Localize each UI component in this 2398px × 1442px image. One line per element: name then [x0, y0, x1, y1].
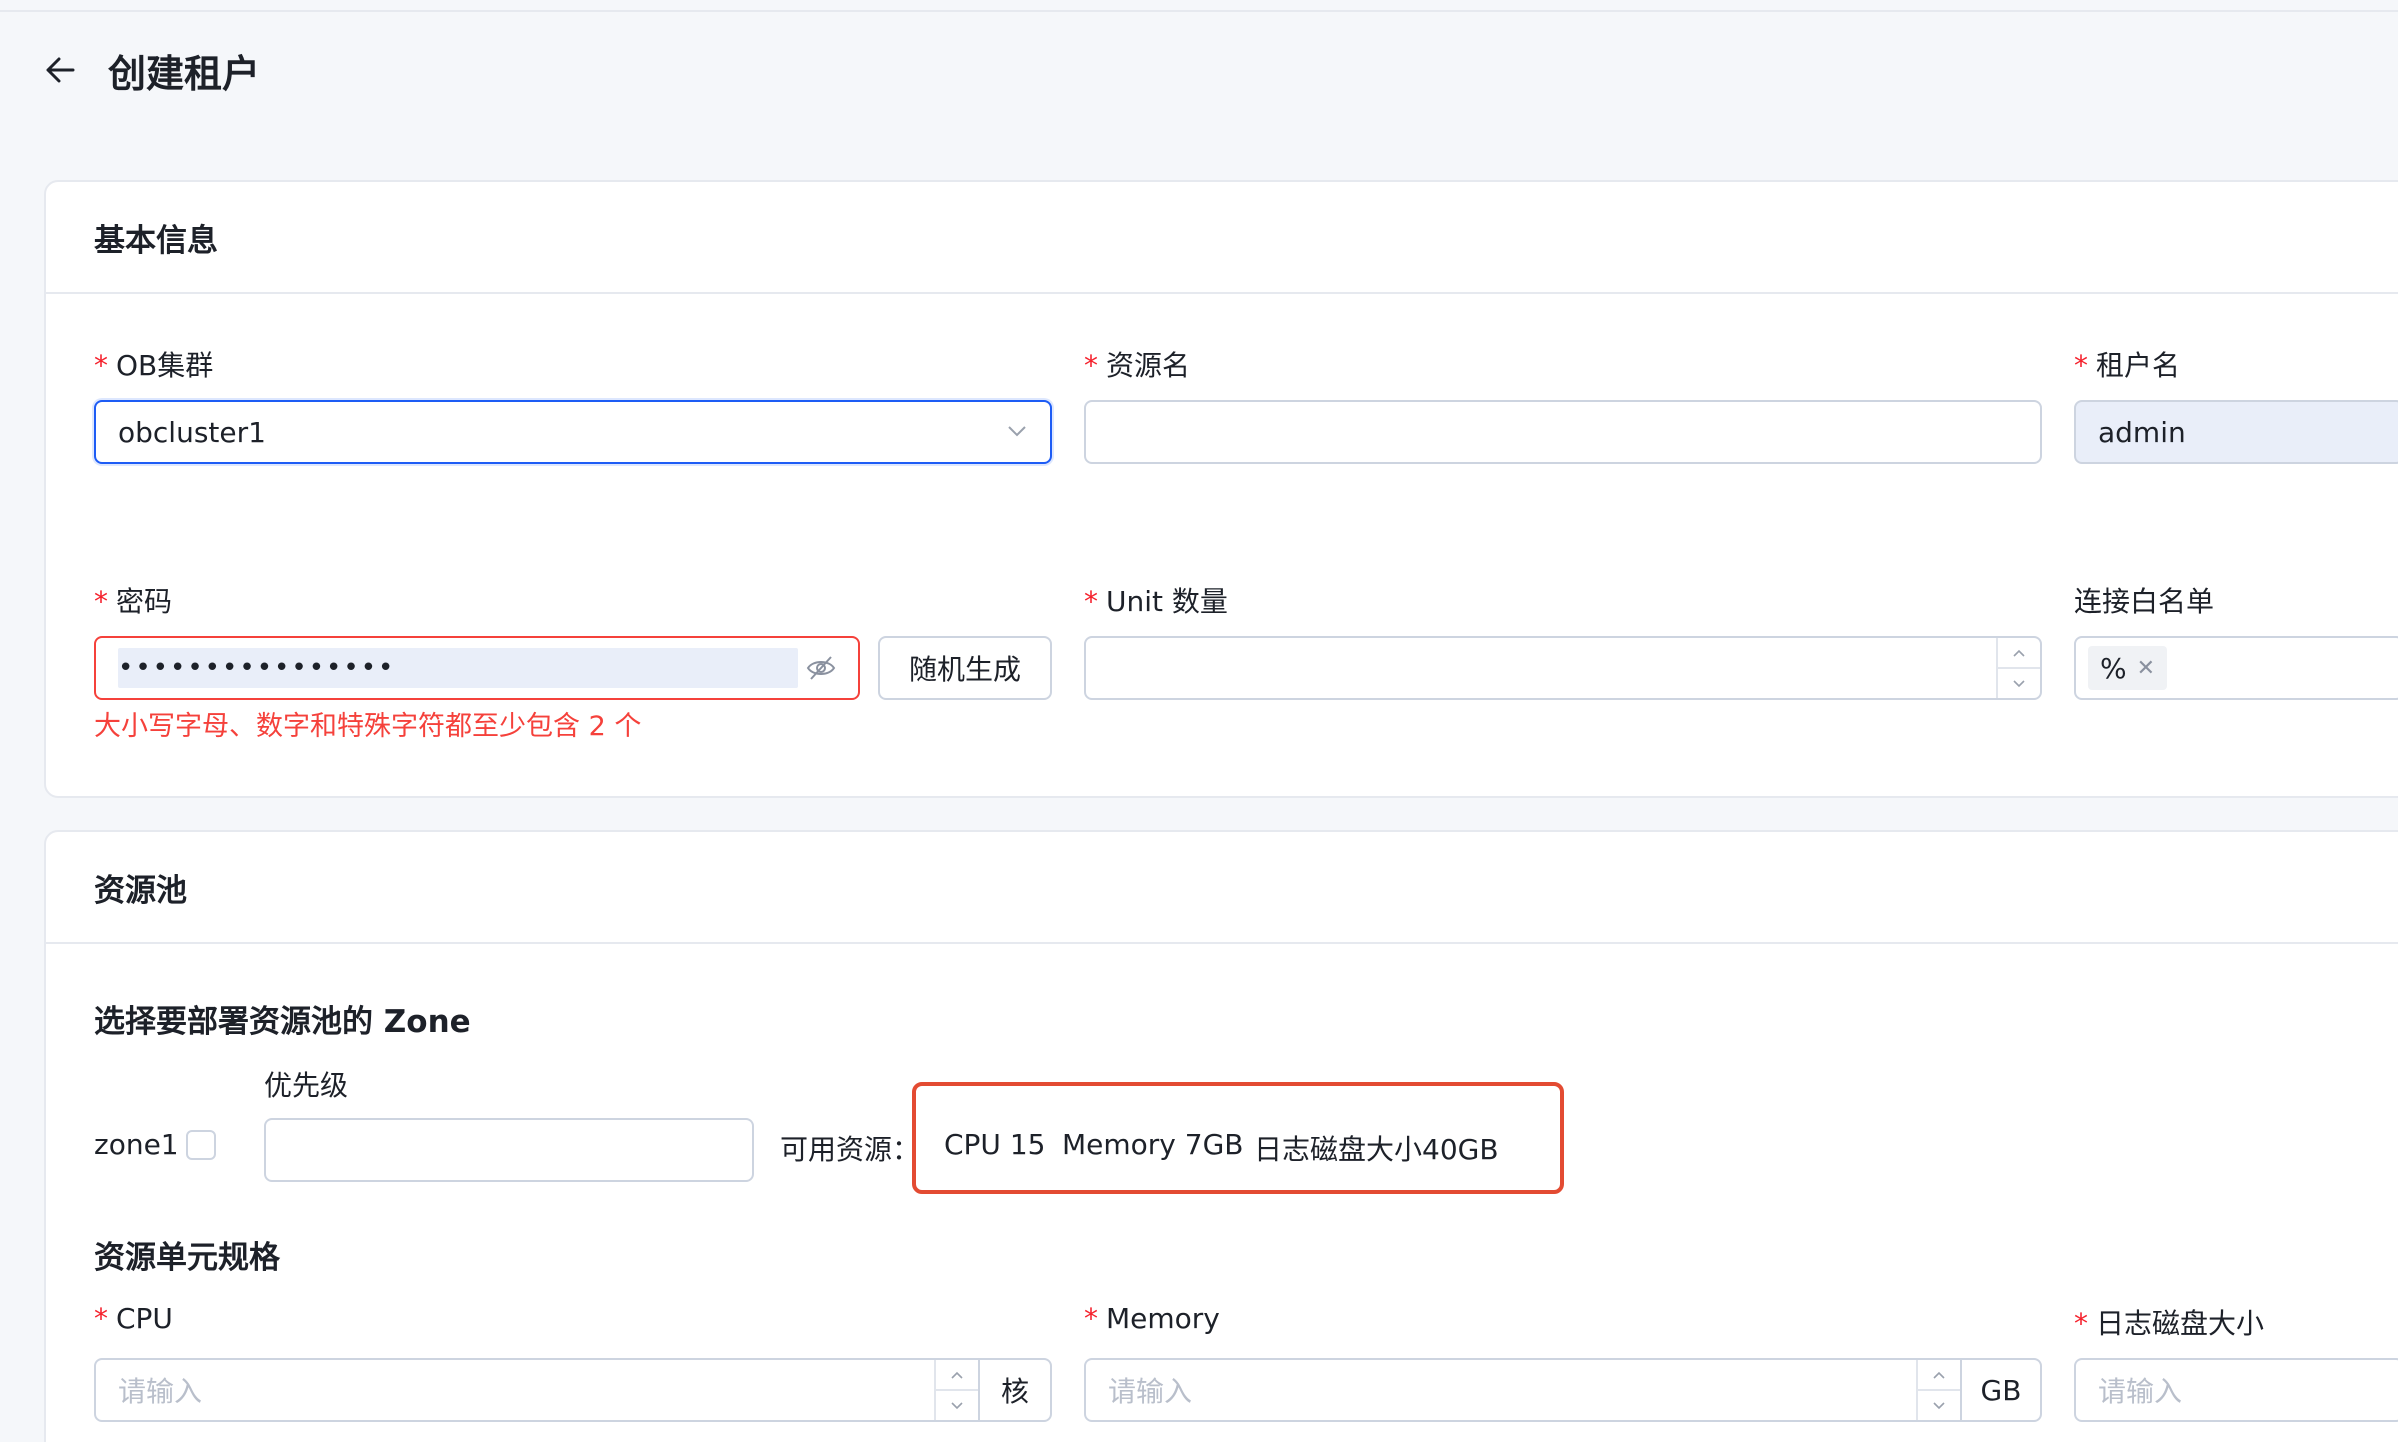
page-header: 创建租户	[40, 40, 260, 100]
basic-info-title: 基本信息	[46, 182, 2398, 294]
increment-button[interactable]	[1998, 638, 2040, 667]
memory-label: * Memory	[1084, 1302, 1220, 1335]
close-icon[interactable]: ✕	[2137, 656, 2155, 681]
whitelist-label: 连接白名单	[2074, 585, 2215, 618]
cluster-select-value: obcluster1	[118, 415, 266, 449]
required-mark: *	[1084, 349, 1098, 382]
cpu-stepper	[934, 1360, 978, 1420]
basic-info-card: 基本信息 * OB集群 obcluster1 * 资源名 * 租户名 admin * 密…	[44, 180, 2398, 798]
cpu-unit: 核	[978, 1360, 1050, 1420]
decrement-button[interactable]	[1918, 1389, 1960, 1420]
priority-input[interactable]	[264, 1118, 754, 1182]
zone-section-title: 选择要部署资源池的 Zone	[94, 1004, 471, 1040]
whitelist-tag-text: %	[2100, 651, 2127, 685]
resource-pool-card: 资源池 选择要部署资源池的 Zone 优先级 zone1 可用资源： CPU 1…	[44, 830, 2398, 1442]
required-mark: *	[2074, 1307, 2088, 1340]
chevron-down-icon	[1008, 426, 1026, 437]
password-value: ••••••••••••••••	[118, 653, 396, 683]
chevron-up-icon	[951, 1371, 963, 1379]
memory-unit: GB	[1960, 1360, 2040, 1420]
resource-name-input[interactable]	[1084, 400, 2042, 464]
available-memory: Memory 7GB	[1062, 1128, 1244, 1161]
available-resources-label: 可用资源：	[780, 1133, 921, 1166]
cluster-select[interactable]: obcluster1	[94, 400, 1052, 464]
increment-button[interactable]	[936, 1360, 978, 1389]
chevron-down-icon	[951, 1401, 963, 1409]
unit-count-input[interactable]	[1084, 636, 2042, 700]
chevron-down-icon	[2013, 679, 2025, 687]
required-mark: *	[1084, 1302, 1098, 1335]
zone-name: zone1	[94, 1128, 179, 1161]
decrement-button[interactable]	[936, 1389, 978, 1420]
cpu-placeholder: 请输入	[118, 1375, 203, 1408]
available-log-disk: 日志磁盘大小40GB	[1254, 1133, 1499, 1166]
whitelist-select[interactable]: % ✕	[2074, 636, 2398, 700]
password-label: * 密码	[94, 585, 173, 618]
decrement-button[interactable]	[1998, 667, 2040, 698]
resource-name-label: * 资源名	[1084, 349, 1191, 382]
log-disk-label: * 日志磁盘大小	[2074, 1307, 2265, 1340]
log-disk-placeholder: 请输入	[2098, 1375, 2183, 1408]
required-mark: *	[2074, 349, 2088, 382]
required-mark: *	[94, 585, 108, 618]
required-mark: *	[94, 349, 108, 382]
chevron-up-icon	[1933, 1371, 1945, 1379]
priority-label: 优先级	[264, 1069, 349, 1102]
spec-section-title: 资源单元规格	[94, 1240, 280, 1276]
memory-stepper	[1916, 1360, 1960, 1420]
unit-count-stepper	[1996, 638, 2040, 698]
required-mark: *	[1084, 585, 1098, 618]
zone-checkbox[interactable]	[186, 1130, 216, 1160]
memory-placeholder: 请输入	[1108, 1375, 1193, 1408]
resource-pool-title: 资源池	[46, 832, 2398, 944]
cluster-label: * OB集群	[94, 349, 214, 382]
tenant-name-input[interactable]: admin	[2074, 400, 2398, 464]
log-disk-input[interactable]: 请输入	[2074, 1358, 2398, 1422]
unit-count-label: * Unit 数量	[1084, 585, 1228, 618]
available-cpu: CPU 15	[944, 1128, 1046, 1161]
increment-button[interactable]	[1918, 1360, 1960, 1389]
cpu-label: * CPU	[94, 1302, 173, 1335]
top-divider	[0, 0, 2398, 12]
eye-hidden-icon[interactable]	[806, 654, 836, 682]
random-generate-button[interactable]: 随机生成	[878, 636, 1052, 700]
chevron-up-icon	[2013, 649, 2025, 657]
password-error: 大小写字母、数字和特殊字符都至少包含 2 个	[94, 711, 642, 742]
page-title: 创建租户	[108, 51, 261, 96]
back-arrow-icon[interactable]	[40, 50, 80, 90]
tenant-name-value: admin	[2098, 415, 2186, 449]
whitelist-tag: % ✕	[2088, 646, 2168, 690]
password-input[interactable]: ••••••••••••••••	[94, 636, 860, 700]
chevron-down-icon	[1933, 1401, 1945, 1409]
required-mark: *	[94, 1302, 108, 1335]
memory-input[interactable]: 请输入 GB	[1084, 1358, 2042, 1422]
cpu-input[interactable]: 请输入 核	[94, 1358, 1052, 1422]
tenant-name-label: * 租户名	[2074, 349, 2181, 382]
